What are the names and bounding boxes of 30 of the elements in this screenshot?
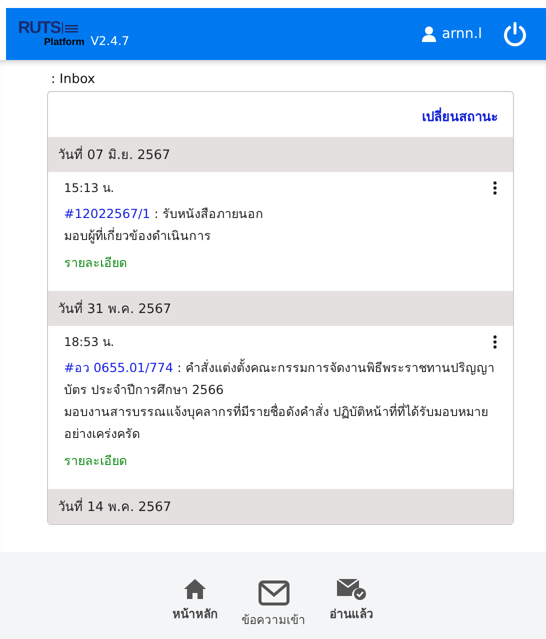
nav-tab[interactable]: อ่านแล้ว: [330, 578, 374, 623]
change-status-link[interactable]: เปลี่ยนสถานะ: [422, 106, 498, 127]
document-number-link[interactable]: #อว 0655.01/774: [64, 360, 174, 375]
version-label: V2.4.7: [90, 34, 130, 48]
document-number-link[interactable]: #12022567/1: [64, 206, 150, 221]
envelope-check-icon: [336, 578, 366, 600]
logo-subtitle: Platform: [44, 37, 85, 49]
message-time: 18:53 น.: [64, 334, 114, 351]
logo-text: RUTS: [18, 19, 60, 37]
envelope-icon: [258, 580, 290, 606]
date-text: วันที่ 07 มิ.ย. 2567: [58, 148, 170, 163]
breadcrumb: : Inbox: [51, 72, 96, 87]
message-title: #12022567/1 : รับหนังสือภายนอก: [64, 205, 264, 223]
power-icon[interactable]: [502, 21, 528, 47]
message-title: #อว 0655.01/774 : คำสั่งแต่งตั้งคณะกรรมการจัดงานพิธีพระราชทานปริญญาบัตร ประจำปีการศึกษา 2566: [64, 358, 496, 399]
nav-tab[interactable]: ข้อความเข้า: [242, 580, 306, 629]
detail-link[interactable]: รายละเอียด: [64, 253, 127, 273]
home-icon: [183, 578, 207, 600]
more-icon[interactable]: [493, 334, 497, 348]
message-note: มอบงานสารบรรณแจ้งบุคลากรที่มีรายชื่อดังคำสั่ง ปฏิบัติหน้าที่ที่ได้รับมอบหมายอย่างเคร่งครัด: [64, 402, 489, 443]
more-icon[interactable]: [493, 180, 497, 194]
message-note: มอบผู้ที่เกี่ยวข้องดำเนินการ: [64, 226, 212, 246]
logo-lines-icon: [62, 22, 78, 34]
nav-tab[interactable]: หน้าหลัก: [172, 578, 218, 623]
message-time: 15:13 น.: [64, 180, 114, 197]
date-text: วันที่ 14 พ.ค. 2567: [58, 500, 172, 515]
user-icon: [422, 26, 436, 42]
date-text: วันที่ 31 พ.ค. 2567: [58, 302, 172, 317]
detail-link[interactable]: รายละเอียด: [64, 451, 127, 471]
username[interactable]: arnn.l: [442, 26, 482, 42]
